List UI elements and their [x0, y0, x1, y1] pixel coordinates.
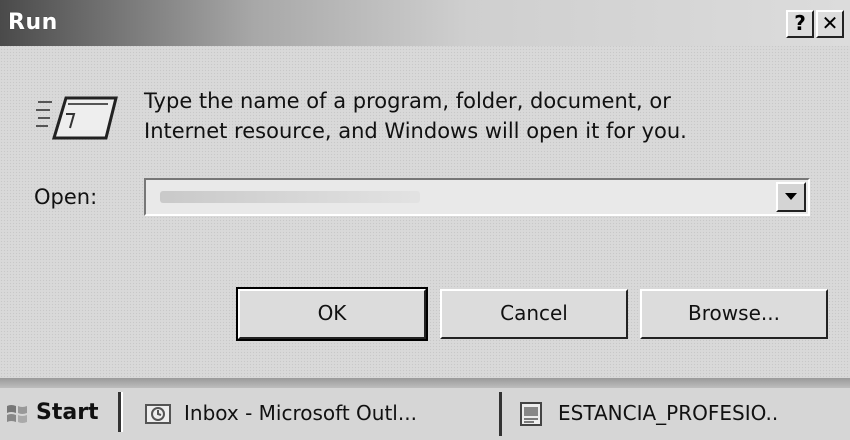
outlook-icon [145, 404, 171, 424]
run-description: Type the name of a program, folder, docu… [144, 86, 824, 146]
window-title: Run [8, 10, 58, 35]
dropdown-arrow-button[interactable] [776, 182, 806, 212]
taskbar: Start Inbox - Microsoft Outl... ESTANCIA… [0, 388, 850, 440]
description-line-1: Type the name of a program, folder, docu… [144, 89, 671, 113]
taskbar-item-label: ESTANCIA_PROFESIO.. [558, 401, 779, 425]
help-button[interactable]: ? [786, 10, 814, 38]
run-icon [36, 96, 118, 140]
screen: Run ? ✕ Type the name of a program, fold… [0, 0, 850, 440]
title-bar[interactable]: Run ? ✕ [0, 0, 850, 46]
word-document-icon [520, 402, 542, 426]
cancel-button[interactable]: Cancel [440, 289, 628, 339]
start-divider [118, 392, 123, 432]
description-line-2: Internet resource, and Windows will open… [144, 119, 687, 143]
open-input[interactable] [148, 182, 772, 212]
taskbar-item-document[interactable]: ESTANCIA_PROFESIO.. [514, 392, 850, 436]
open-label: Open: [34, 185, 98, 209]
taskbar-border [0, 378, 850, 388]
browse-button[interactable]: Browse... [640, 289, 828, 339]
windows-logo-icon [7, 405, 27, 423]
ok-button[interactable]: OK [236, 287, 428, 341]
open-combobox[interactable] [144, 178, 810, 216]
start-label: Start [36, 400, 99, 425]
start-button[interactable]: Start [6, 394, 124, 436]
close-button[interactable]: ✕ [816, 10, 844, 38]
taskbar-item-outlook[interactable]: Inbox - Microsoft Outl... [140, 392, 502, 436]
taskbar-item-label: Inbox - Microsoft Outl... [184, 401, 417, 425]
